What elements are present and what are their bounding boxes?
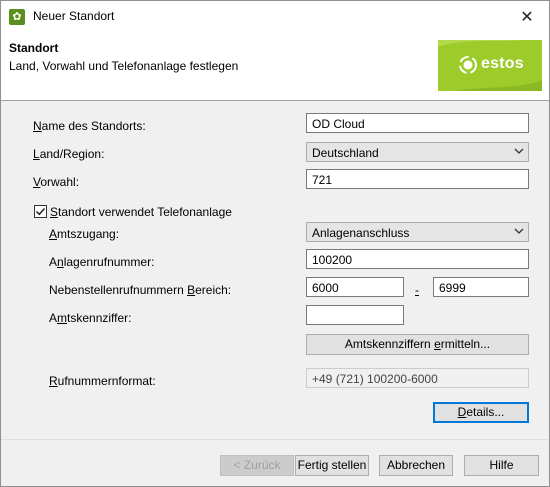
chevron-down-icon [514,148,524,154]
page-subtitle: Land, Vorwahl und Telefonanlage festlege… [9,59,239,73]
app-gear-icon: ✿ [9,9,25,25]
pbx-number-label-accel: n [57,255,64,269]
country-label-text: and/Region: [39,147,105,161]
pbx-checkbox-label[interactable]: Standort verwendet Telefonanlage [50,205,232,219]
area-code-field[interactable]: 721 [306,169,529,189]
location-name-field[interactable]: OD Cloud [306,113,529,133]
extension-range-to-field[interactable]: 6999 [433,277,529,297]
country-label: Land/Region: [33,147,104,161]
close-button[interactable]: ✕ [505,1,549,32]
access-code-label-text: tskennziffer: [67,311,132,325]
cancel-button[interactable]: Abbrechen [379,455,453,476]
trunk-select-value: Anlagenanschluss [312,226,410,240]
name-label: Name des Standorts: [33,119,146,133]
wizard-header: Standort Land, Vorwahl und Telefonanlage… [1,32,549,101]
access-code-label: Amtskennziffer: [49,311,132,325]
detect-access-codes-button[interactable]: Amtskennziffern ermitteln... [306,334,529,355]
format-label-text: ufnummernformat: [57,374,156,388]
close-icon: ✕ [520,7,534,26]
access-code-field[interactable] [306,305,404,325]
pbx-number-label-pre: A [49,255,58,269]
trunk-label-accel: A [49,227,58,241]
pbx-checkbox[interactable] [34,205,47,218]
pbx-label-text: tandort verwendet Telefonanlage [58,205,232,219]
country-label-accel: L [33,147,40,161]
name-label-accel: N [33,119,42,133]
access-code-label-pre: A [49,311,58,325]
ext-range-label-pre: Nebenstellenrufnummern [49,283,188,297]
footer-divider [1,439,549,440]
extension-range-label: Nebenstellenrufnummern Bereich: [49,283,231,297]
dialog-window: ✿ Neuer Standort ✕ Standort Land, Vorwah… [0,0,550,487]
details-button[interactable]: Details... [433,402,529,423]
back-button[interactable]: < Zurück [220,455,294,476]
prefix-label: Vorwahl: [33,175,79,189]
extension-range-separator: - [415,283,419,297]
checkmark-icon [35,207,46,216]
trunk-access-label: Amtszugang: [49,227,119,241]
trunk-label-text: mtszugang: [57,227,120,241]
ext-range-label-accel: B [187,283,196,297]
pbx-number-field[interactable]: 100200 [306,249,529,269]
pbx-label-accel: S [50,205,59,219]
ext-range-label-text: ereich: [195,283,232,297]
prefix-label-text: orwahl: [40,175,80,189]
trunk-access-select[interactable]: Anlagenanschluss [306,222,529,242]
format-label-accel: R [49,374,58,388]
detect-button-text: rmitteln... [440,337,491,351]
help-button[interactable]: Hilfe [464,455,539,476]
country-select-value: Deutschland [312,146,379,160]
title-bar: ✿ Neuer Standort ✕ [1,1,549,32]
pbx-number-label: Anlagenrufnummer: [49,255,154,269]
window-title: Neuer Standort [33,9,115,23]
estos-logo: estos [438,40,542,91]
detect-button-accel: e [434,337,441,351]
name-label-text: ame des Standorts: [41,119,146,133]
extension-range-from-field[interactable]: 6000 [306,277,404,297]
pbx-number-label-text: lagenrufnummer: [63,255,155,269]
access-code-label-accel: m [57,311,68,325]
detect-button-pre: Amtskennziffern [344,337,435,351]
number-format-label: Rufnummernformat: [49,374,156,388]
logo-text: estos [481,55,524,72]
page-title: Standort [9,41,59,55]
number-format-field: +49 (721) 100200-6000 [306,368,529,388]
country-select[interactable]: Deutschland [306,142,529,162]
chevron-down-icon [514,228,524,234]
finish-button[interactable]: Fertig stellen [295,455,369,476]
details-button-text: etails... [466,405,505,419]
